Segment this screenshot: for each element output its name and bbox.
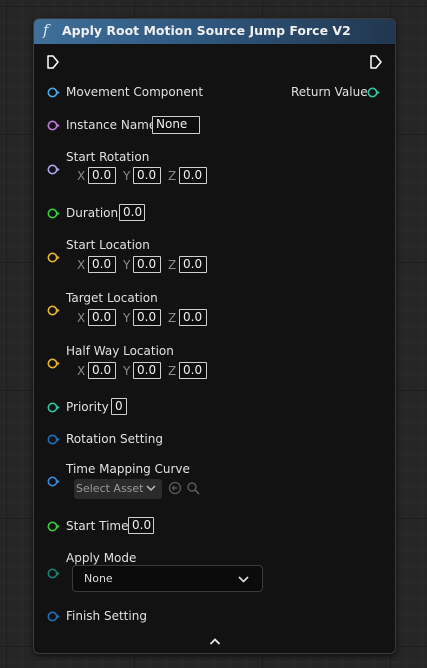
start-rotation-label: Start Rotation [66, 150, 150, 164]
start-rotation-y-axis-label: Y [123, 169, 131, 183]
finish-setting-label: Finish Setting [66, 609, 147, 623]
start-time-input[interactable]: 0.0 [128, 517, 154, 534]
function-icon: f [43, 21, 49, 39]
start-location-y-input[interactable]: 0.0 [133, 256, 161, 273]
return-value-pin-icon[interactable] [367, 86, 380, 99]
collapse-chevron-up-icon[interactable] [209, 637, 221, 646]
instance-name-input[interactable]: None [152, 116, 200, 134]
half-way-location-z-axis-label: Z [168, 364, 177, 378]
priority-input[interactable]: 0 [111, 398, 127, 415]
instance-name-label: Instance Name [66, 118, 157, 132]
start-rotation-z-axis-label: Z [168, 169, 177, 183]
chevron-down-icon [146, 485, 156, 492]
priority-label: Priority [66, 400, 109, 414]
movement-component-pin-icon[interactable] [47, 86, 60, 99]
finish-setting-pin-icon[interactable] [47, 610, 60, 623]
target-location-z-input[interactable]: 0.0 [179, 309, 207, 326]
half-way-location-label: Half Way Location [66, 344, 174, 358]
target-location-y-axis-label: Y [123, 311, 131, 325]
target-location-y-input[interactable]: 0.0 [133, 309, 161, 326]
return-value-label: Return Value [291, 85, 368, 99]
priority-pin-icon[interactable] [47, 401, 60, 414]
apply-mode-pin-icon[interactable] [47, 567, 60, 580]
use-selected-asset-icon[interactable] [168, 481, 182, 495]
movement-component-label: Movement Component [66, 85, 204, 99]
rotation-setting-pin-icon[interactable] [47, 433, 60, 446]
half-way-location-y-axis-label: Y [123, 364, 131, 378]
duration-pin-icon[interactable] [47, 207, 60, 220]
time-mapping-curve-label: Time Mapping Curve [66, 462, 190, 476]
select-asset-dropdown[interactable]: Select Asset [74, 479, 162, 499]
node-title: Apply Root Motion Source Jump Force V2 [62, 23, 351, 38]
apply-mode-dropdown[interactable]: None [72, 565, 263, 592]
chevron-down-icon [238, 576, 249, 583]
target-location-x-input[interactable]: 0.0 [88, 309, 116, 326]
target-location-x-axis-label: X [77, 311, 86, 325]
start-rotation-x-input[interactable]: 0.0 [88, 167, 116, 184]
time-mapping-curve-pin-icon[interactable] [47, 475, 60, 488]
start-location-x-input[interactable]: 0.0 [88, 256, 116, 273]
target-location-z-axis-label: Z [168, 311, 177, 325]
duration-label: Duration [66, 206, 119, 220]
half-way-location-x-axis-label: X [77, 364, 86, 378]
exec-in-icon[interactable] [47, 55, 59, 69]
target-location-label: Target Location [66, 291, 158, 305]
half-way-location-y-input[interactable]: 0.0 [133, 362, 161, 379]
half-way-location-x-input[interactable]: 0.0 [88, 362, 116, 379]
instance-name-pin-icon[interactable] [47, 119, 60, 132]
apply-mode-value: None [84, 572, 113, 585]
half-way-location-pin-icon[interactable] [47, 357, 60, 370]
start-rotation-pin-icon[interactable] [47, 163, 60, 176]
half-way-location-z-input[interactable]: 0.0 [179, 362, 207, 379]
start-location-y-axis-label: Y [123, 258, 131, 272]
rotation-setting-label: Rotation Setting [66, 432, 163, 446]
start-rotation-x-axis-label: X [77, 169, 86, 183]
target-location-pin-icon[interactable] [47, 304, 60, 317]
start-time-label: Start Time [66, 519, 129, 533]
apply-mode-label: Apply Mode [66, 551, 137, 565]
start-location-label: Start Location [66, 238, 150, 252]
duration-input[interactable]: 0.0 [119, 204, 145, 221]
exec-out-icon[interactable] [370, 55, 382, 69]
select-asset-text: Select Asset [76, 482, 144, 495]
start-location-pin-icon[interactable] [47, 251, 60, 264]
node-header[interactable]: f Apply Root Motion Source Jump Force V2 [34, 19, 395, 45]
start-location-z-axis-label: Z [168, 258, 177, 272]
browse-search-icon[interactable] [186, 481, 200, 495]
start-time-pin-icon[interactable] [47, 520, 60, 533]
start-rotation-y-input[interactable]: 0.0 [133, 167, 161, 184]
start-location-x-axis-label: X [77, 258, 86, 272]
blueprint-node[interactable]: f Apply Root Motion Source Jump Force V2… [33, 18, 396, 654]
start-location-z-input[interactable]: 0.0 [179, 256, 207, 273]
start-rotation-z-input[interactable]: 0.0 [179, 167, 207, 184]
